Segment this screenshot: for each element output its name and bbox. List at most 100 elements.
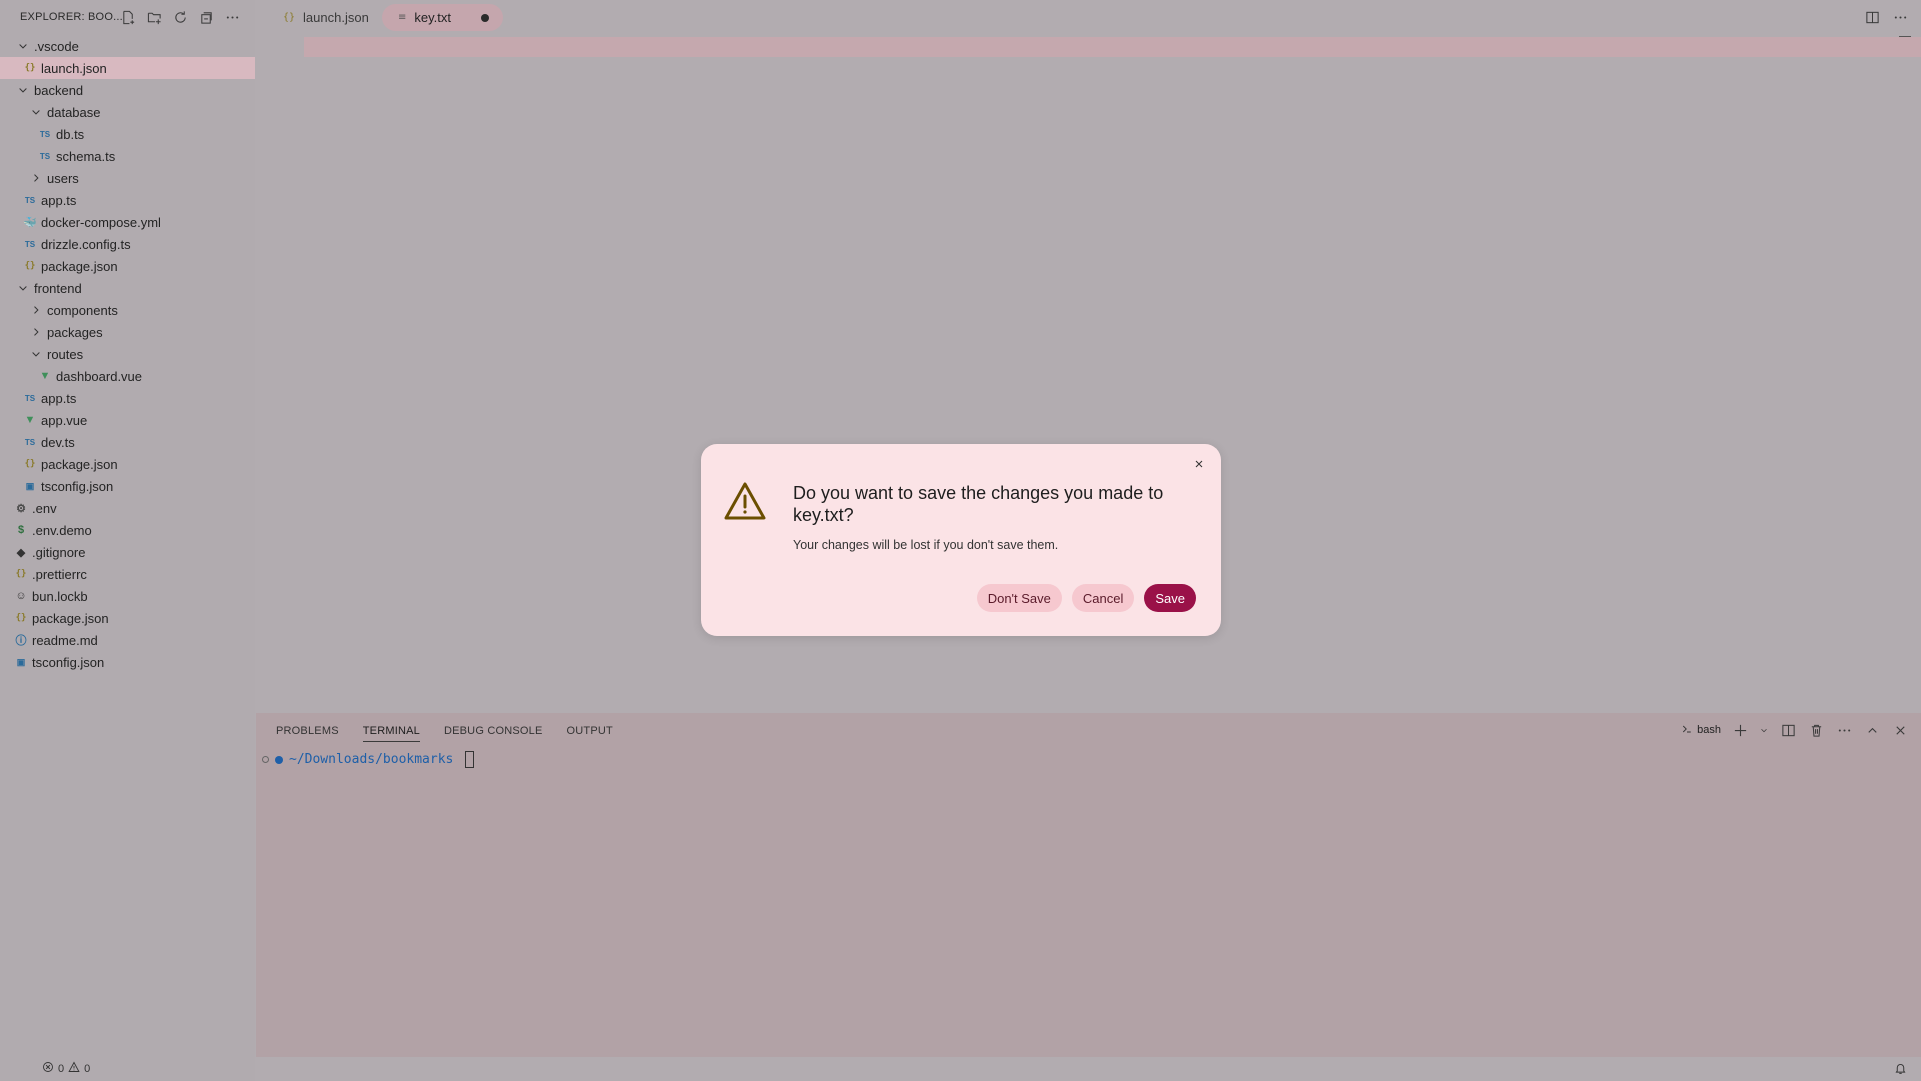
tree-file[interactable]: TS dev.ts [0,431,255,453]
chevron-right-icon [29,303,43,317]
more-icon[interactable] [1835,721,1853,739]
split-editor-icon[interactable] [1863,8,1881,26]
close-icon[interactable] [1189,454,1209,474]
tree-folder[interactable]: routes [0,343,255,365]
cancel-button[interactable]: Cancel [1071,584,1135,612]
tree-file[interactable]: {} .prettierrc [0,563,255,585]
terminal-prompt[interactable]: ~/Downloads/bookmarks [262,751,475,768]
tree-folder[interactable]: database [0,101,255,123]
typescript-file-icon: TS [24,239,36,249]
tree-item-label: routes [47,346,84,362]
tree-file[interactable]: ◆ .gitignore [0,541,255,563]
new-file-icon[interactable] [119,8,137,26]
more-actions-icon[interactable] [1891,8,1909,26]
json-file-icon: {} [15,569,27,579]
tree-file[interactable]: {} package.json [0,607,255,629]
tree-item-label: tsconfig.json [41,478,114,494]
terminal-cursor [465,751,475,768]
tree-file[interactable]: TS drizzle.config.ts [0,233,255,255]
tree-item-label: .env [32,500,57,516]
typescript-file-icon: TS [39,129,51,139]
tree-file[interactable]: TS schema.ts [0,145,255,167]
tree-item-label: frontend [34,280,82,296]
tree-file[interactable]: TS app.ts [0,189,255,211]
new-terminal-icon[interactable] [1731,721,1749,739]
tab-problems[interactable]: PROBLEMS [276,725,339,742]
tree-item-label: package.json [32,610,109,626]
tree-file[interactable]: {} package.json [0,255,255,277]
tree-folder[interactable]: packages [0,321,255,343]
tree-item-label: .vscode [34,38,79,54]
terminal-shell-selector[interactable]: bash [1681,723,1721,738]
problems-status[interactable]: 0 0 [42,1061,90,1076]
tree-file[interactable]: ▼ dashboard.vue [0,365,255,387]
tree-folder[interactable]: users [0,167,255,189]
tree-item-label: .gitignore [32,544,86,560]
tree-item-label: schema.ts [56,148,116,164]
git-icon: ◆ [16,546,26,559]
tree-folder[interactable]: .vscode [0,35,255,57]
text-file-icon: ≡ [398,12,407,23]
tree-item-label: components [47,302,118,318]
tree-item-label: db.ts [56,126,85,142]
tree-file[interactable]: 🐳 docker-compose.yml [0,211,255,233]
error-count: 0 [58,1062,65,1075]
tree-file[interactable]: TS db.ts [0,123,255,145]
new-folder-icon[interactable] [145,8,163,26]
tree-file[interactable]: ▣ tsconfig.json [0,475,255,497]
chevron-right-icon [29,171,43,185]
tree-file[interactable]: ▣ tsconfig.json [0,651,255,673]
trash-icon[interactable] [1807,721,1825,739]
tree-item-label: dashboard.vue [56,368,143,384]
chevron-down-icon [16,83,30,97]
typescript-file-icon: TS [24,437,36,447]
notification-bell-icon[interactable] [1894,1062,1907,1078]
tree-folder[interactable]: backend [0,79,255,101]
tab-launch-json[interactable]: {} launch.json [269,4,383,31]
tree-file[interactable]: ⓘ readme.md [0,629,255,651]
editor-current-line[interactable] [304,37,1921,57]
tree-item-label: drizzle.config.ts [41,236,131,252]
save-button[interactable]: Save [1144,584,1196,612]
editor-actions [1863,8,1909,26]
dialog-title: Do you want to save the changes you made… [793,483,1164,525]
tab-label: launch.json [303,10,369,25]
tree-file[interactable]: ⚙ .env [0,497,255,519]
tab-output[interactable]: OUTPUT [567,725,613,742]
refresh-icon[interactable] [171,8,189,26]
info-icon: ⓘ [15,635,27,647]
tree-folder[interactable]: components [0,299,255,321]
tree-item-label: app.vue [41,412,88,428]
maximize-panel-icon[interactable] [1863,721,1881,739]
error-icon [42,1061,54,1076]
tree-item-label: app.ts [41,390,77,406]
tree-file[interactable]: {} package.json [0,453,255,475]
tree-file[interactable]: TS app.ts [0,387,255,409]
tree-file[interactable]: ☺ bun.lockb [0,585,255,607]
explorer-actions [119,8,241,26]
tab-terminal[interactable]: TERMINAL [362,725,420,742]
tree-item-label: backend [34,82,84,98]
file-tree: .vscode {} launch.json backend database TS db.… [0,35,255,673]
typescript-file-icon: TS [39,151,51,161]
save-changes-dialog: Do you want to save the changes you made… [701,444,1221,636]
tab-debug-console[interactable]: DEBUG CONSOLE [444,725,543,742]
json-file-icon: {} [15,613,27,623]
chevron-down-icon[interactable] [1759,721,1769,739]
dont-save-button[interactable]: Don't Save [976,584,1062,612]
tree-file[interactable]: ▼ app.vue [0,409,255,431]
tree-file[interactable]: $ .env.demo [0,519,255,541]
tree-folder[interactable]: frontend [0,277,255,299]
json-file-icon: {} [24,459,36,469]
explorer-header: EXPLORER: BOO... [0,0,255,35]
collapse-all-icon[interactable] [197,8,215,26]
overview-ruler-mark [1899,36,1911,37]
more-icon[interactable] [223,8,241,26]
terminal-status-circle-icon [262,756,269,763]
unsaved-dot-icon[interactable] [481,13,489,22]
close-panel-icon[interactable] [1891,721,1909,739]
split-terminal-icon[interactable] [1779,721,1797,739]
tree-file[interactable]: {} launch.json [0,57,255,79]
tab-key-txt[interactable]: ≡ key.txt [382,4,503,31]
tree-item-label: .prettierrc [32,566,87,582]
